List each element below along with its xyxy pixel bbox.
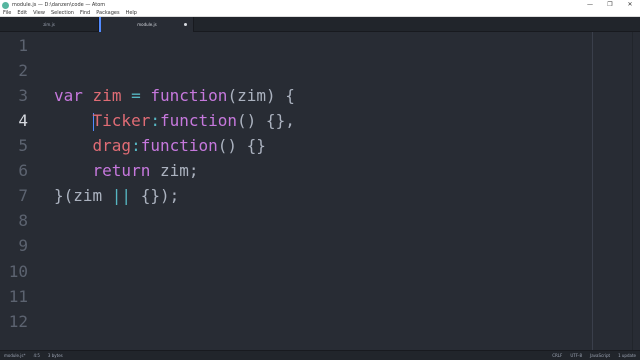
punctuation-token: () {} <box>217 136 266 155</box>
menu-edit[interactable]: Edit <box>14 10 30 17</box>
vertical-scrollbar[interactable] <box>632 32 640 350</box>
punctuation-token: zim; <box>150 161 199 180</box>
code-line-6: return zim; <box>54 158 199 183</box>
minimize-button[interactable]: — <box>580 0 600 10</box>
status-right: CRLF UTF-8 JavaScript 1 update <box>552 351 636 360</box>
code-line-5: drag:function() {} <box>54 133 266 158</box>
code-line-4: Ticker:function() {}, <box>54 108 295 133</box>
window-controls: — ❐ ✕ <box>580 0 640 10</box>
tab-zim-js[interactable]: zim.js <box>0 17 99 32</box>
menu-help[interactable]: Help <box>123 10 140 17</box>
code-line-7: }(zim || {}); <box>54 183 179 208</box>
function-keyword-token: function <box>150 86 228 105</box>
tab-label: module.js <box>137 22 157 27</box>
indent-token <box>54 111 93 130</box>
indent-token <box>54 161 93 180</box>
tab-bar: zim.js module.js <box>0 17 640 32</box>
colon-token: : <box>150 111 160 130</box>
keyword-token: var <box>54 86 83 105</box>
status-bar: module.js* 4:5 3 bytes CRLF UTF-8 JavaSc… <box>0 350 640 360</box>
code-line-3: var zim = function(zim) { <box>54 83 295 108</box>
status-encoding[interactable]: UTF-8 <box>570 351 582 360</box>
status-left: module.js* 4:5 3 bytes <box>4 351 63 360</box>
maximize-button[interactable]: ❐ <box>600 0 620 10</box>
punctuation-token: }(zim <box>54 186 112 205</box>
property-token: Ticker <box>92 111 151 130</box>
menu-view[interactable]: View <box>30 10 48 17</box>
function-keyword-token: function <box>159 111 238 130</box>
code-editor[interactable]: 1 2 3 4 5 6 7 8 9 10 11 12 var zim = fun… <box>0 32 632 350</box>
status-file-path[interactable]: module.js* <box>4 351 25 360</box>
indent-token <box>54 136 93 155</box>
status-updates[interactable]: 1 update <box>618 351 636 360</box>
keyword-token: return <box>92 161 151 180</box>
punctuation-token: () {}, <box>237 111 295 130</box>
status-line-ending[interactable]: CRLF <box>552 351 562 360</box>
punctuation-token: {}); <box>131 186 180 205</box>
menu-file[interactable]: File <box>0 10 14 17</box>
status-cursor-position[interactable]: 4:5 <box>33 351 39 360</box>
code-area[interactable]: var zim = function(zim) { Ticker:functio… <box>0 32 632 350</box>
title-bar: module.js — D:\danzen\code — Atom — ❐ ✕ <box>0 0 640 10</box>
status-grammar[interactable]: JavaScript <box>590 351 610 360</box>
operator-token: || <box>111 186 132 205</box>
close-button[interactable]: ✕ <box>620 0 640 10</box>
atom-app-icon <box>2 1 9 9</box>
menu-selection[interactable]: Selection <box>48 10 77 17</box>
property-token: drag <box>92 136 132 155</box>
variable-token: zim <box>92 86 122 105</box>
menu-find[interactable]: Find <box>77 10 93 17</box>
function-keyword-token: function <box>140 136 218 155</box>
menu-bar: File Edit View Selection Find Packages H… <box>0 10 640 17</box>
tab-module-js[interactable]: module.js <box>99 17 194 32</box>
colon-token: : <box>131 136 141 155</box>
status-selection-count: 3 bytes <box>47 353 63 358</box>
punctuation-token: (zim) { <box>227 86 295 105</box>
window-title: module.js — D:\danzen\code — Atom <box>12 2 106 8</box>
modified-dot-icon[interactable] <box>184 23 187 26</box>
wrap-guide <box>592 32 593 350</box>
operator-token: = <box>131 86 141 105</box>
menu-packages[interactable]: Packages <box>93 10 122 17</box>
tab-label: zim.js <box>43 22 55 27</box>
